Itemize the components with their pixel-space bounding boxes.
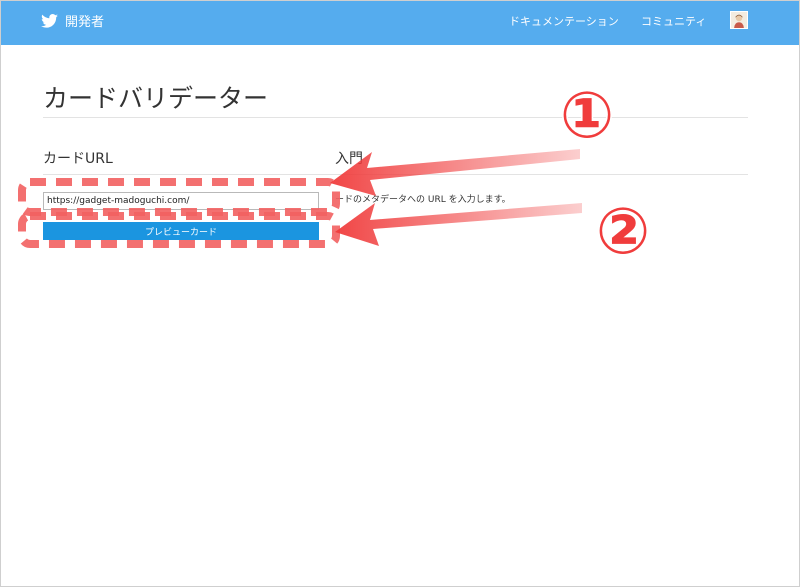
card-url-input[interactable]	[43, 192, 319, 210]
developer-brand[interactable]: 開発者	[41, 11, 104, 30]
browser-frame: 開発者 ドキュメンテーション コミュニティ カードバリデーター カードURL 入…	[0, 0, 800, 587]
nav-link-documentation[interactable]: ドキュメンテーション	[509, 13, 619, 29]
getting-started-heading: 入門	[335, 151, 363, 167]
brand-label: 開発者	[65, 15, 105, 30]
section-divider	[43, 174, 748, 175]
preview-card-button[interactable]: プレビューカード	[43, 222, 319, 240]
card-url-heading: カードURL	[43, 151, 113, 167]
page-title: カードバリデーター	[43, 84, 269, 113]
intro-description: ードのメタデータへの URL を入力します。	[335, 195, 511, 205]
user-avatar[interactable]	[730, 11, 748, 29]
title-divider	[43, 117, 748, 118]
nav-link-community[interactable]: コミュニティ	[641, 13, 706, 29]
twitter-bird-icon	[41, 13, 58, 28]
top-navbar: 開発者 ドキュメンテーション コミュニティ	[1, 1, 799, 45]
